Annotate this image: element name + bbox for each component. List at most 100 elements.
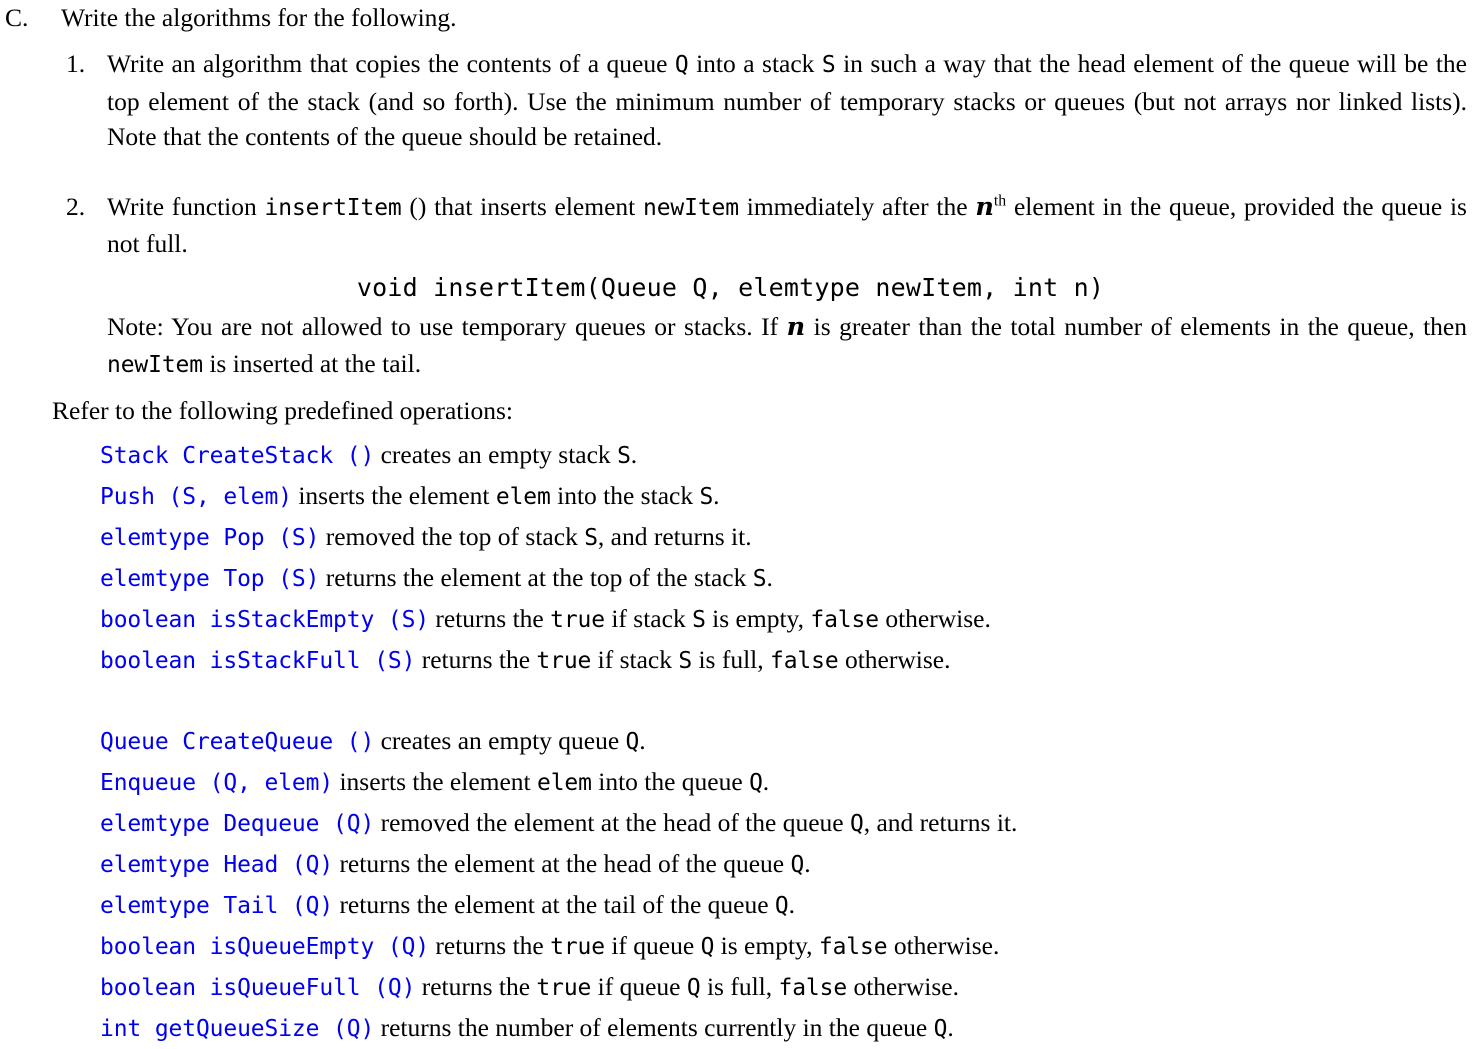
queue-operation-row: Queue CreateQueue () creates an empty qu… — [100, 721, 1473, 762]
queue-operation-description: removed the element at the head of the q… — [374, 807, 1018, 837]
queue-operation-inline-text: returns the — [429, 930, 551, 960]
item2-superscript-th: th — [993, 192, 1007, 209]
queue-operation-inline-code: Q — [700, 933, 715, 960]
item1-code-stack: S — [821, 52, 836, 78]
stack-operation-inline-code: false — [810, 606, 879, 633]
list-item-number: 1. — [66, 49, 86, 78]
queue-operation-inline-text: otherwise. — [847, 971, 959, 1001]
queue-operation-signature: Queue CreateQueue () — [100, 728, 375, 755]
stack-operation-inline-text: . — [766, 562, 773, 592]
stack-operation-row: boolean isStackEmpty (S) returns the tru… — [100, 599, 1473, 640]
list-item-text: Write an algorithm that copies the conte… — [107, 46, 1473, 155]
queue-operation-inline-code: Q — [686, 974, 701, 1001]
section-c: C. Write the algorithms for the followin… — [0, 0, 1473, 35]
stack-operation-inline-code: false — [770, 647, 839, 674]
stack-operation-inline-text: creates an empty stack — [374, 439, 618, 469]
queue-operation-row: boolean isQueueEmpty (Q) returns the tru… — [100, 926, 1473, 967]
queue-operation-inline-code: false — [818, 933, 888, 960]
queue-operation-inline-text: . — [762, 766, 770, 796]
stack-operation-description: returns the true if stack S is empty, fa… — [429, 603, 991, 633]
note-part3: is inserted at the tail. — [202, 348, 422, 378]
queue-operation-inline-text: if queue — [591, 971, 687, 1001]
queue-operation-signature: elemtype Head (Q) — [100, 851, 334, 878]
queue-operation-inline-code: elem — [537, 769, 592, 796]
stack-operation-signature: boolean isStackFull (S) — [100, 647, 416, 674]
queue-operation-inline-text: removed the element at the head of the q… — [374, 807, 850, 837]
queue-operation-row: elemtype Head (Q) returns the element at… — [100, 844, 1473, 885]
item1-code-queue: Q — [674, 52, 689, 78]
stack-operation-inline-text: if stack — [604, 603, 693, 633]
stack-operation-signature: boolean isStackEmpty (S) — [100, 606, 430, 633]
stack-operation-description: inserts the element elem into the stack … — [292, 480, 720, 510]
item2-part1: Write function — [107, 191, 265, 221]
queue-operation-inline-text: creates an empty queue — [374, 725, 626, 755]
queue-operation-inline-text: otherwise. — [887, 930, 1000, 960]
stack-operation-inline-text: otherwise. — [838, 644, 951, 674]
function-signature-block: void insertItem(Queue Q, elemtype newIte… — [107, 270, 1467, 306]
stack-operation-description: removed the top of stack S, and returns … — [319, 521, 752, 551]
queue-operation-inline-code: true — [550, 933, 605, 960]
stack-operation-inline-code: S — [617, 442, 631, 469]
queue-operation-inline-text: is empty, — [714, 930, 819, 960]
queue-operation-signature: elemtype Tail (Q) — [100, 892, 334, 919]
stack-operation-signature: elemtype Pop (S) — [100, 524, 320, 551]
stack-operation-row: Stack CreateStack () creates an empty st… — [100, 435, 1473, 476]
queue-operation-description: returns the element at the head of the q… — [333, 848, 811, 878]
queue-operation-inline-text: if queue — [604, 930, 701, 960]
item2-math-n: n — [975, 191, 994, 222]
queue-operation-inline-code: Q — [790, 851, 805, 878]
stack-operation-inline-text: returns the element at the top of the st… — [319, 562, 753, 592]
question-list: 1. Write an algorithm that copies the co… — [0, 46, 1473, 383]
list-item: 1. Write an algorithm that copies the co… — [0, 46, 1473, 155]
queue-operation-inline-text: returns the element at the tail of the q… — [333, 889, 775, 919]
section-label: C. — [5, 3, 29, 32]
queue-operation-inline-code: true — [536, 974, 592, 1001]
stack-operations-list: Stack CreateStack () creates an empty st… — [0, 435, 1473, 681]
section-title: Write the algorithms for the following. — [61, 3, 457, 32]
queue-operation-inline-text: returns the — [415, 971, 537, 1001]
queue-operation-inline-code: Q — [774, 892, 789, 919]
stack-operation-description: returns the element at the top of the st… — [319, 562, 773, 592]
queue-operation-inline-text: . — [804, 848, 811, 878]
list-item: 2. Write function insertItem () that ins… — [0, 189, 1473, 384]
stack-operation-inline-code: S — [699, 483, 714, 510]
queue-operation-inline-text: . — [639, 725, 646, 755]
queue-operation-inline-code: Q — [749, 769, 763, 796]
stack-operation-inline-text: . — [713, 480, 720, 510]
queue-operation-inline-text: . — [788, 889, 795, 919]
stack-operation-signature: elemtype Top (S) — [100, 565, 320, 592]
stack-operation-row: elemtype Top (S) returns the element at … — [100, 558, 1473, 599]
queue-operation-description: returns the number of elements currently… — [374, 1013, 954, 1042]
refer-paragraph: Refer to the following predefined operat… — [52, 396, 513, 425]
document-page: C. Write the algorithms for the followin… — [0, 0, 1473, 1046]
item2-note: Note: You are not allowed to use tempora… — [107, 309, 1467, 383]
queue-operation-inline-text: returns the number of elements currently… — [374, 1012, 934, 1042]
queue-operation-row: boolean isQueueFull (Q) returns the true… — [100, 967, 1473, 1008]
note-code-newitem: newItem — [107, 351, 203, 378]
item1-part2: into a stack — [688, 49, 822, 78]
stack-operation-description: returns the true if stack S is full, fal… — [415, 644, 951, 674]
queue-operation-inline-text: is full, — [700, 971, 779, 1001]
queue-operation-description: creates an empty queue Q. — [374, 725, 646, 755]
stack-operation-inline-code: true — [550, 606, 605, 633]
stack-operation-inline-code: elem — [495, 483, 551, 510]
queue-operation-signature: elemtype Dequeue (Q) — [100, 810, 375, 837]
stack-operation-inline-text: returns the — [429, 603, 551, 633]
stack-operation-inline-text: . — [630, 439, 638, 469]
stack-operation-inline-text: otherwise. — [878, 603, 991, 633]
queue-operation-inline-text: inserts the element — [333, 766, 538, 796]
queue-operation-inline-code: false — [778, 974, 848, 1001]
queue-operation-signature: boolean isQueueFull (Q) — [100, 974, 416, 1001]
stack-operation-inline-text: returns the — [415, 644, 537, 674]
stack-operation-description: creates an empty stack S. — [374, 439, 638, 469]
queue-operation-description: returns the true if queue Q is empty, fa… — [429, 931, 999, 960]
stack-operation-inline-text: , and returns it. — [597, 521, 752, 551]
queue-operation-inline-text: returns the element at the head of the q… — [333, 848, 791, 878]
item2-code-newitem: newItem — [643, 194, 739, 221]
queue-operation-description: inserts the element elem into the queue … — [333, 767, 769, 796]
item2-part3: immediately after the — [738, 191, 976, 221]
list-item-number: 2. — [66, 191, 86, 221]
stack-operation-inline-text: into the stack — [550, 480, 700, 510]
item2-part2: () that inserts element — [401, 191, 643, 221]
stack-operation-signature: Stack CreateStack () — [100, 442, 375, 469]
